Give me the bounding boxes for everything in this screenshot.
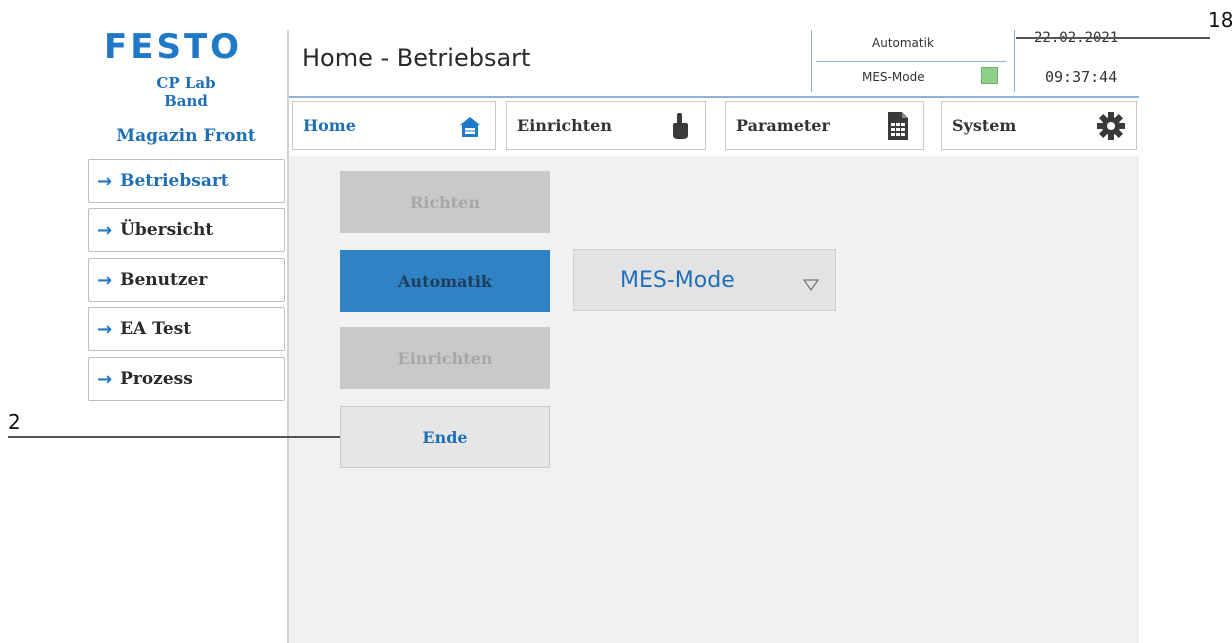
automatik-button[interactable]: Automatik [340,250,550,312]
gear-icon [1096,110,1126,142]
mes-mode-dropdown[interactable]: MES-Mode [573,249,836,311]
festo-logo: FESTO [104,27,243,67]
dropdown-selected-value: MES-Mode [620,267,735,293]
sidebar-item-label: EA Test [120,319,192,339]
home-icon [455,110,485,142]
status-divider [816,61,1006,62]
sidebar-item-ea-test[interactable]: → EA Test [88,307,285,351]
sidebar-item-label: Übersicht [120,220,214,240]
vertical-divider [287,30,289,643]
richten-button[interactable]: Richten [340,171,550,233]
status-divider [811,30,812,92]
sidebar-item-prozess[interactable]: → Prozess [88,357,285,401]
station-line-1: CP Lab [156,74,216,92]
time-display: 09:37:44 [1045,68,1118,86]
callout-label-2: 2 [8,410,21,434]
document-grid-icon [883,110,913,142]
callout-line-18 [1016,37,1210,39]
status-divider [1014,30,1015,92]
einrichten-button[interactable]: Einrichten [340,327,550,389]
arrow-right-icon: → [97,269,113,291]
arrow-right-icon: → [97,318,113,340]
tab-home[interactable]: Home [292,101,496,150]
tab-label: Parameter [736,116,830,135]
page-title: Home - Betriebsart [302,44,531,72]
tab-parameter[interactable]: Parameter [725,101,924,150]
sidebar-item-label: Prozess [120,369,193,389]
tab-label: Home [303,116,356,135]
hand-pointer-icon [665,110,695,142]
tab-system[interactable]: System [941,101,1137,150]
tab-label: System [952,116,1017,135]
station-line-3: Magazin Front [116,126,256,146]
station-line-2: Band [164,92,208,110]
mode-status: Automatik [872,36,934,50]
mes-mode-indicator [981,67,998,84]
header-divider [289,96,1139,98]
callout-label-18: 18 [1208,8,1232,32]
sidebar-item-uebersicht[interactable]: → Übersicht [88,208,285,252]
sidebar-item-benutzer[interactable]: → Benutzer [88,258,285,302]
arrow-right-icon: → [97,219,113,241]
ende-button[interactable]: Ende [340,406,550,468]
tab-einrichten[interactable]: Einrichten [506,101,706,150]
sidebar-item-label: Benutzer [120,270,208,290]
sidebar-item-betriebsart[interactable]: → Betriebsart [88,159,285,203]
callout-line-2 [8,436,340,438]
sidebar-item-label: Betriebsart [120,171,229,191]
tab-label: Einrichten [517,116,612,135]
arrow-right-icon: → [97,170,113,192]
mes-mode-label: MES-Mode [862,70,925,84]
arrow-right-icon: → [97,368,113,390]
chevron-down-icon [802,272,820,297]
